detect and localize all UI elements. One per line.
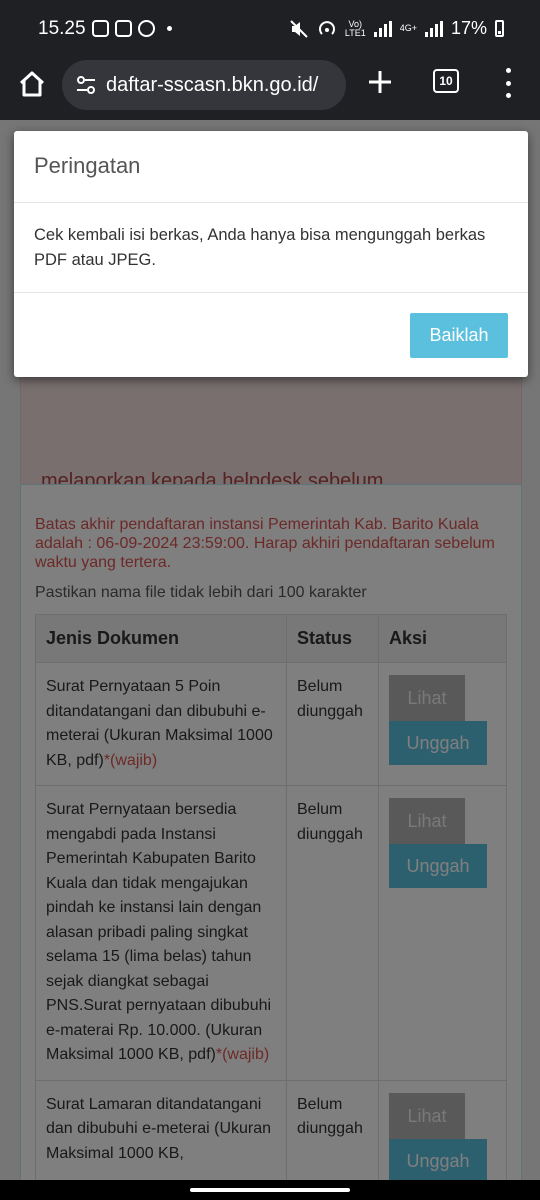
notification-icons xyxy=(92,20,172,37)
network-type: 4G+ xyxy=(399,23,417,33)
modal-message: Cek kembali isi berkas, Anda hanya bisa … xyxy=(14,203,528,293)
navigation-bar xyxy=(0,1180,540,1200)
gesture-handle[interactable] xyxy=(190,1188,350,1192)
status-bar: 15.25 Vo) LTE1 4G+ 17% xyxy=(0,0,540,58)
warning-modal: Peringatan Cek kembali isi berkas, Anda … xyxy=(14,131,528,377)
volte-indicator: Vo) LTE1 xyxy=(344,18,366,38)
signal-icon xyxy=(373,20,392,37)
mute-icon xyxy=(290,19,308,38)
browser-toolbar: daftar-sscasn.bkn.go.id/ 10 xyxy=(0,58,540,120)
system-icons: Vo) LTE1 4G+ 17% xyxy=(289,18,504,39)
battery-percent: 17% xyxy=(450,18,487,38)
instagram-icon xyxy=(115,20,132,37)
more-notifications-icon xyxy=(167,26,172,31)
home-icon[interactable] xyxy=(16,68,48,100)
tab-switcher-button[interactable]: 10 xyxy=(433,69,459,93)
hotspot-icon xyxy=(318,20,335,35)
signal-icon-2 xyxy=(424,20,443,37)
battery-icon xyxy=(495,20,504,37)
more-menu-icon[interactable] xyxy=(500,68,516,98)
gallery-icon xyxy=(92,20,109,37)
ok-button[interactable]: Baiklah xyxy=(410,313,508,358)
url-text[interactable]: daftar-sscasn.bkn.go.id/ xyxy=(106,74,318,97)
modal-title: Peringatan xyxy=(14,131,528,203)
chat-icon xyxy=(138,20,155,37)
address-bar[interactable]: daftar-sscasn.bkn.go.id/ xyxy=(62,60,346,110)
clock: 15.25 xyxy=(38,18,86,39)
new-tab-icon[interactable] xyxy=(364,66,396,98)
site-settings-icon[interactable] xyxy=(76,75,96,95)
modal-footer: Baiklah xyxy=(14,293,528,377)
